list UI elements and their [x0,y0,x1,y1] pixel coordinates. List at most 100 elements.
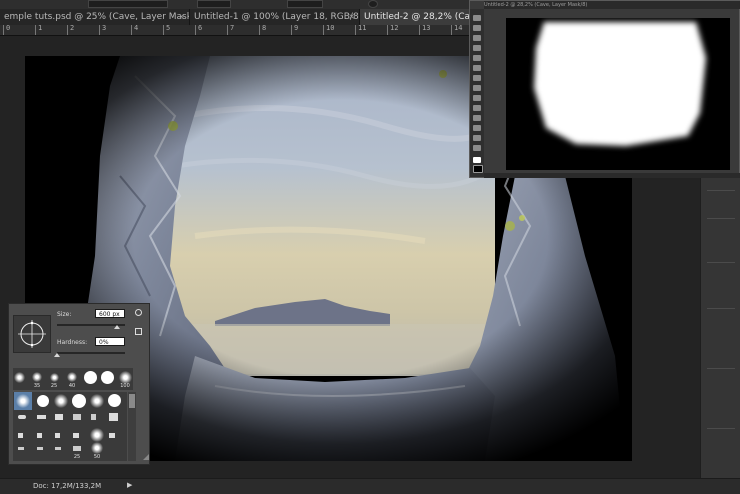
hardness-input[interactable]: 0% [95,337,125,346]
brush-preset-swatch[interactable] [109,413,118,421]
brush-preset-list[interactable]: 25 50 [13,392,127,461]
airbrush-icon[interactable] [368,0,378,8]
tab-untitled-2[interactable]: Untitled-2 @ 28,2% (Cave, L [360,9,472,25]
status-menu-arrow-icon[interactable]: ▶ [127,481,132,489]
doc-size-readout: Doc: 17,2M/133,2M [33,482,102,490]
layer-mask-canvas[interactable] [506,18,730,170]
panel-divider [707,190,735,191]
window-title[interactable]: Untitled-2 @ 28,2% (Cave, Layer Mask/8) [484,1,740,9]
move-tool-icon[interactable] [473,15,481,21]
brush-preset-swatch[interactable] [49,372,59,382]
lasso-tool-icon[interactable] [473,35,481,41]
brush-preset-swatch[interactable] [72,394,86,408]
brush-size-number: 25 [73,454,81,460]
brush-preset-swatch[interactable] [18,433,23,438]
options-field[interactable] [287,0,323,8]
brush-preset-swatch[interactable] [37,415,46,419]
tab-label: Untitled-2 @ 28,2% (Cave, L [364,12,471,22]
brush-preset-swatch[interactable] [32,372,42,382]
ruler-tick-label: 14 [454,24,463,32]
brush-preset-swatch[interactable] [90,394,104,408]
gradient-tool-icon[interactable] [473,115,481,121]
eyedropper-icon[interactable] [473,65,481,71]
tab-label: Untitled-1 @ 100% (Layer 18, RGB/8) * [194,12,360,22]
preset-list-scrollbar[interactable] [128,392,136,461]
pen-tool-icon[interactable] [473,135,481,141]
scrollbar-thumb[interactable] [129,394,135,408]
resize-grip-icon[interactable] [143,454,149,460]
marquee-tool-icon[interactable] [473,25,481,31]
ruler-tick-label: 0 [6,24,11,32]
brush-preset-swatch[interactable] [90,428,104,442]
ruler-tick-label: 7 [230,24,235,32]
brush-size-number: 40 [68,383,76,389]
background-color-icon[interactable] [473,165,483,173]
hardness-slider[interactable] [57,352,125,354]
brush-preset-swatch[interactable] [67,372,77,382]
size-label: Size: [57,311,72,318]
ruler-tick [195,25,196,35]
tab-label: emple tuts.psd @ 25% (Cave, Layer Mask/8… [4,12,189,22]
brush-preset-swatch[interactable] [91,414,96,420]
healing-brush-icon[interactable] [473,75,481,81]
settings-gear-icon[interactable] [135,309,142,316]
brush-preset-swatch[interactable] [55,433,60,438]
brush-preset-swatch[interactable] [37,433,42,438]
ruler-tick-label: 6 [198,24,203,32]
brush-preset-swatch[interactable] [37,395,49,407]
foreground-color-icon[interactable] [473,157,481,163]
close-icon[interactable]: × [348,9,355,25]
brush-preset-swatch[interactable] [108,394,121,407]
secondary-window[interactable]: Untitled-2 @ 28,2% (Cave, Layer Mask/8) [469,0,740,178]
brush-preset-swatch[interactable] [37,447,43,450]
brush-size-number: 100 [120,383,130,389]
hardness-slider-thumb[interactable] [54,353,60,357]
panel-divider [707,308,735,309]
brush-preset-swatch[interactable] [109,433,115,438]
type-tool-icon[interactable] [473,145,481,151]
brush-preset-swatch[interactable] [73,433,79,438]
tools-panel [470,9,484,177]
brush-preset-swatch[interactable] [83,370,97,384]
brush-preset-picker[interactable]: Size: 600 px Hardness: 0% 35 25 40 100 2… [8,303,150,465]
options-field[interactable] [197,0,231,8]
dodge-tool-icon[interactable] [473,125,481,131]
size-slider-thumb[interactable] [113,325,120,329]
size-input[interactable]: 600 px [95,309,125,318]
brush-preset-swatch[interactable] [55,447,61,450]
ruler-tick-label: 1 [38,24,43,32]
brush-preset-swatch[interactable] [13,371,25,383]
brush-preset-swatch[interactable] [18,447,24,450]
eraser-tool-icon[interactable] [473,105,481,111]
ruler-tick [451,25,452,35]
ruler-tick-label: 4 [134,24,139,32]
options-field[interactable] [88,0,168,8]
crop-tool-icon[interactable] [473,55,481,61]
status-bar: Doc: 17,2M/133,2M ▶ [0,478,740,494]
ruler-tick [67,25,68,35]
tab-untitled-1[interactable]: Untitled-1 @ 100% (Layer 18, RGB/8) * × [190,9,360,25]
new-preset-icon[interactable] [135,328,142,335]
brush-size-number: 50 [93,454,101,460]
ruler-tick [259,25,260,35]
brush-preset-swatch[interactable] [118,370,132,384]
brush-preset-swatch[interactable] [91,442,103,454]
brush-tool-icon[interactable] [473,85,481,91]
brush-preset-swatch[interactable] [18,415,26,419]
close-icon[interactable]: × [178,9,185,25]
tab-temple-tuts[interactable]: emple tuts.psd @ 25% (Cave, Layer Mask/8… [0,9,190,25]
brush-preset-swatch[interactable] [73,446,81,451]
brush-preset-swatch[interactable] [55,414,63,420]
ruler-tick [227,25,228,35]
ruler-tick-label: 10 [326,24,335,32]
brush-angle-preview[interactable] [13,315,51,353]
brush-preset-swatch[interactable] [100,370,114,384]
brush-preset-swatch[interactable] [73,414,81,420]
stamp-tool-icon[interactable] [473,95,481,101]
panel-divider [707,368,735,369]
horizontal-ruler: 0123456789101112131415 [0,24,494,36]
brush-preset-swatch[interactable] [16,394,30,408]
magic-wand-icon[interactable] [473,45,481,51]
brush-preset-swatch[interactable] [54,394,68,408]
ruler-tick-label: 9 [294,24,299,32]
